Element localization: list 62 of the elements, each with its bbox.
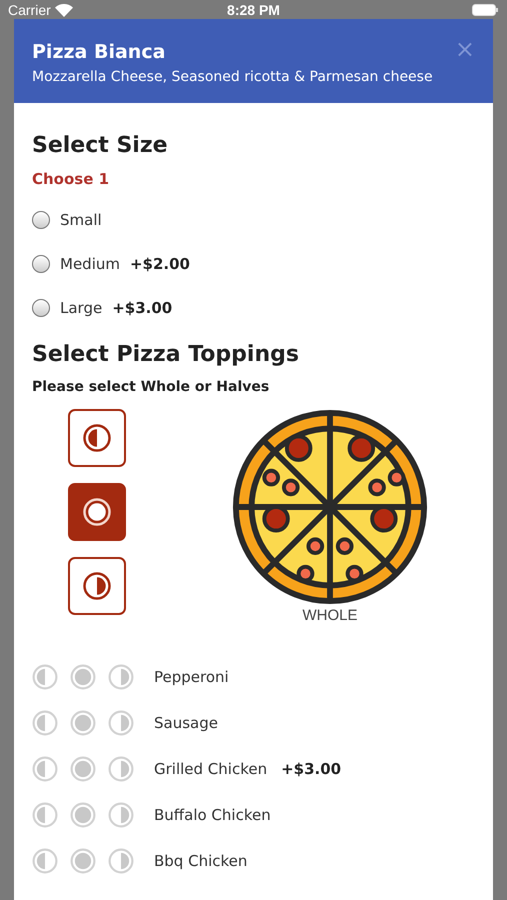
portion-icon bbox=[32, 848, 58, 874]
coverage-icon bbox=[82, 497, 112, 527]
topping-portion-button[interactable] bbox=[108, 756, 134, 782]
coverage-icon bbox=[82, 423, 112, 453]
topping-portion-button[interactable] bbox=[32, 756, 58, 782]
option-label: Large bbox=[60, 299, 102, 317]
close-button[interactable]: × bbox=[454, 35, 475, 63]
portion-icon bbox=[32, 802, 58, 828]
portion-icon bbox=[32, 664, 58, 690]
topping-portion-button[interactable] bbox=[70, 756, 96, 782]
right-coverage-button[interactable] bbox=[68, 557, 126, 615]
portion-icon bbox=[108, 664, 134, 690]
instruction-text: Please select Whole or Halves bbox=[32, 379, 270, 395]
topping-portion-button[interactable] bbox=[70, 664, 96, 690]
coverage-label: WHOLE bbox=[302, 607, 358, 624]
dialog-subtitle: Mozzarella Cheese, Seasoned ricotta & Parmesan cheese bbox=[32, 69, 434, 85]
portion-icon bbox=[32, 756, 58, 782]
section-title: Select Pizza Toppings bbox=[32, 342, 300, 367]
battery-icon bbox=[472, 4, 499, 16]
topping-name: Sausage bbox=[154, 714, 218, 732]
portion-icon bbox=[108, 802, 134, 828]
dialog-title: Pizza Bianca bbox=[32, 41, 166, 63]
topping-portion-button[interactable] bbox=[108, 664, 134, 690]
whole-coverage-button[interactable] bbox=[68, 483, 126, 541]
topping-portion-button[interactable] bbox=[108, 710, 134, 736]
portion-icon bbox=[108, 756, 134, 782]
portion-icon bbox=[108, 710, 134, 736]
section-title: Select Size bbox=[32, 133, 169, 158]
topping-name: Buffalo Chicken bbox=[154, 806, 271, 824]
topping-portion-button[interactable] bbox=[108, 848, 134, 874]
carrier-label: Carrier bbox=[8, 2, 51, 18]
coverage-icon bbox=[82, 571, 112, 601]
portion-icon bbox=[70, 802, 96, 828]
topping-portion-button[interactable] bbox=[32, 802, 58, 828]
topping-name: Bbq Chicken bbox=[154, 852, 248, 870]
topping-portion-button[interactable] bbox=[32, 710, 58, 736]
portion-icon bbox=[70, 710, 96, 736]
portion-icon bbox=[108, 848, 134, 874]
left-coverage-button[interactable] bbox=[68, 409, 126, 467]
option-label: Small bbox=[60, 211, 102, 229]
portion-icon bbox=[70, 664, 96, 690]
clock-time: 8:28 PM bbox=[227, 2, 280, 18]
topping-name: Grilled Chicken bbox=[154, 760, 268, 778]
requirement-label: Choose 1 bbox=[32, 170, 110, 188]
topping-portion-button[interactable] bbox=[108, 802, 134, 828]
option-label: Medium bbox=[60, 255, 120, 273]
wifi-icon bbox=[54, 4, 73, 16]
topping-portion-button[interactable] bbox=[32, 848, 58, 874]
portion-icon bbox=[70, 756, 96, 782]
portion-icon bbox=[32, 710, 58, 736]
option-price: +$2.00 bbox=[130, 255, 190, 273]
radio-button[interactable] bbox=[32, 255, 50, 273]
topping-portion-button[interactable] bbox=[70, 848, 96, 874]
portion-icon bbox=[70, 848, 96, 874]
topping-portion-button[interactable] bbox=[32, 664, 58, 690]
topping-portion-button[interactable] bbox=[70, 710, 96, 736]
radio-button[interactable] bbox=[32, 211, 50, 229]
option-price: +$3.00 bbox=[112, 299, 172, 317]
topping-portion-button[interactable] bbox=[70, 802, 96, 828]
radio-button[interactable] bbox=[32, 299, 50, 317]
topping-price: +$3.00 bbox=[281, 760, 342, 778]
topping-name: Pepperoni bbox=[154, 668, 229, 686]
